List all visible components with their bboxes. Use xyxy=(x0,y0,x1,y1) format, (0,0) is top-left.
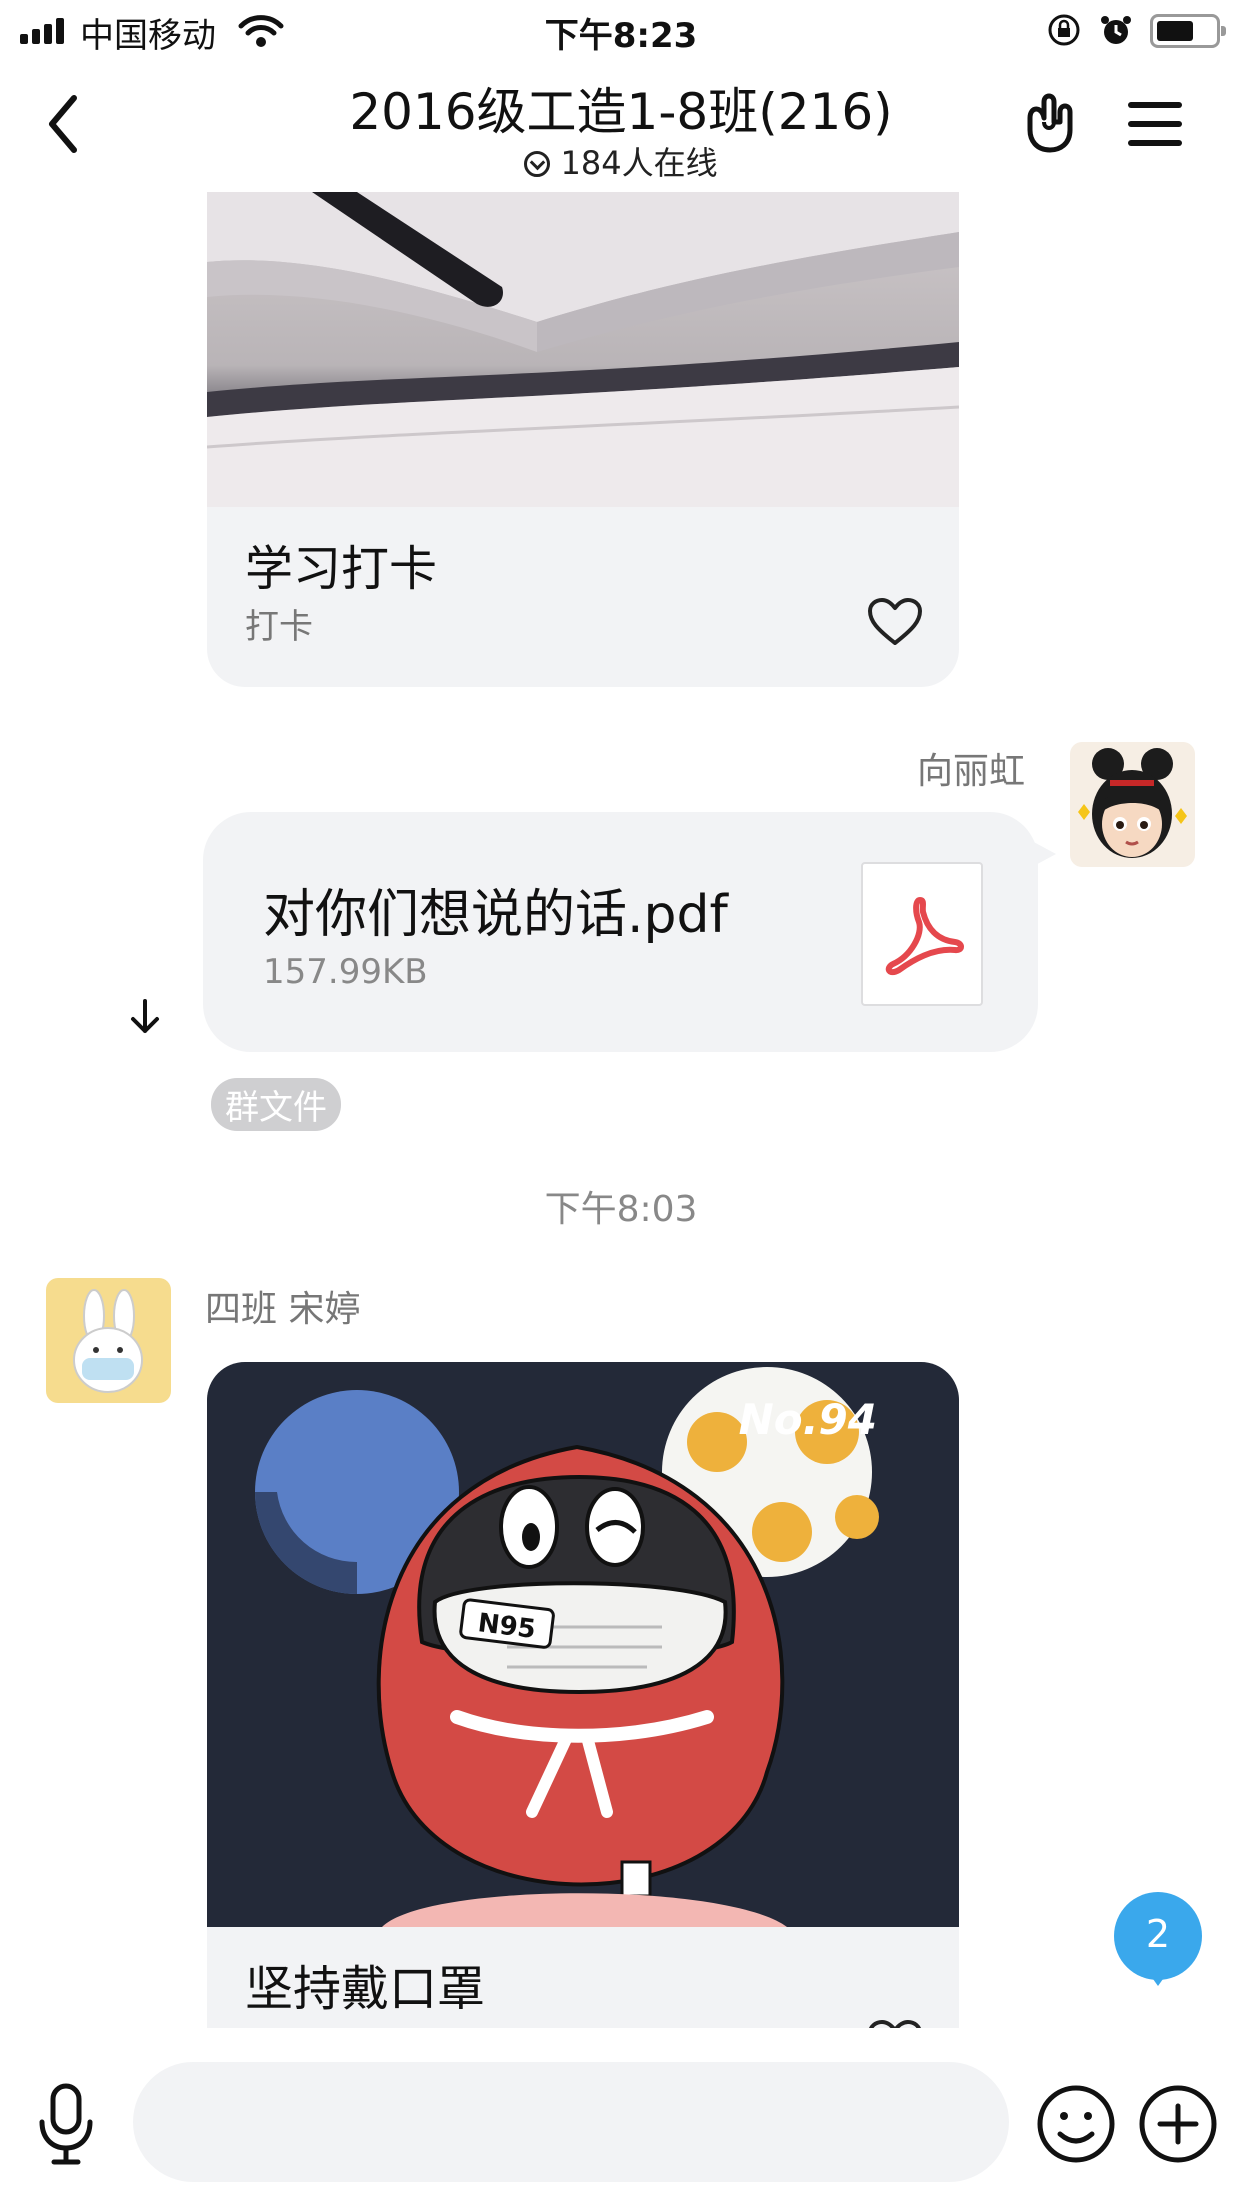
plus-icon[interactable] xyxy=(1138,2084,1218,2164)
card-title: 坚持戴口罩 xyxy=(245,1961,486,2017)
rotation-lock-icon xyxy=(1048,14,1080,46)
mask-card[interactable]: N95 No.94 坚持戴口罩 xyxy=(207,1362,959,2042)
online-count: 184人在线 xyxy=(560,144,718,182)
battery-icon xyxy=(1150,14,1226,48)
card-title: 学习打卡 xyxy=(245,541,438,597)
group-file-tag: 群文件 xyxy=(211,1078,341,1131)
unread-badge[interactable]: 2 xyxy=(1114,1892,1202,1986)
time-separator: 下午8:03 xyxy=(544,1189,698,1230)
file-size: 157.99KB xyxy=(263,952,428,992)
pdf-file-icon xyxy=(861,862,983,1006)
rock-hand-icon[interactable] xyxy=(1022,92,1082,154)
avatar[interactable] xyxy=(1070,742,1195,867)
microphone-icon[interactable] xyxy=(36,2082,96,2168)
alarm-icon xyxy=(1101,16,1131,44)
chat-header: 2016级工造1-8班(216) 184人在线 xyxy=(0,62,1242,192)
unread-count: 2 xyxy=(1145,1912,1171,1956)
sender-name: 四班 宋婷 xyxy=(205,1289,361,1330)
file-bubble[interactable]: 对你们想说的话.pdf 157.99KB xyxy=(203,812,1038,1052)
download-arrow-icon[interactable] xyxy=(128,998,162,1036)
status-bar: 中国移动 下午8:23 xyxy=(0,0,1242,62)
sender-name: 向丽虹 xyxy=(916,751,1025,792)
badge-number: No.94 xyxy=(739,1395,877,1444)
bubble-tail xyxy=(1030,840,1056,868)
checkin-card[interactable]: 学习打卡 打卡 xyxy=(207,192,959,687)
menu-icon[interactable] xyxy=(1128,102,1182,146)
message-input[interactable] xyxy=(133,2062,1009,2182)
input-bar xyxy=(0,2028,1242,2208)
chevron-down-icon xyxy=(524,151,551,177)
avatar[interactable] xyxy=(46,1278,171,1403)
emoji-icon[interactable] xyxy=(1036,2084,1116,2164)
file-name: 对你们想说的话.pdf xyxy=(263,885,728,945)
book-image xyxy=(207,192,959,507)
mascot-image: N95 No.94 xyxy=(207,1362,959,1927)
heart-icon[interactable] xyxy=(867,597,923,647)
card-subtitle: 打卡 xyxy=(245,607,313,647)
